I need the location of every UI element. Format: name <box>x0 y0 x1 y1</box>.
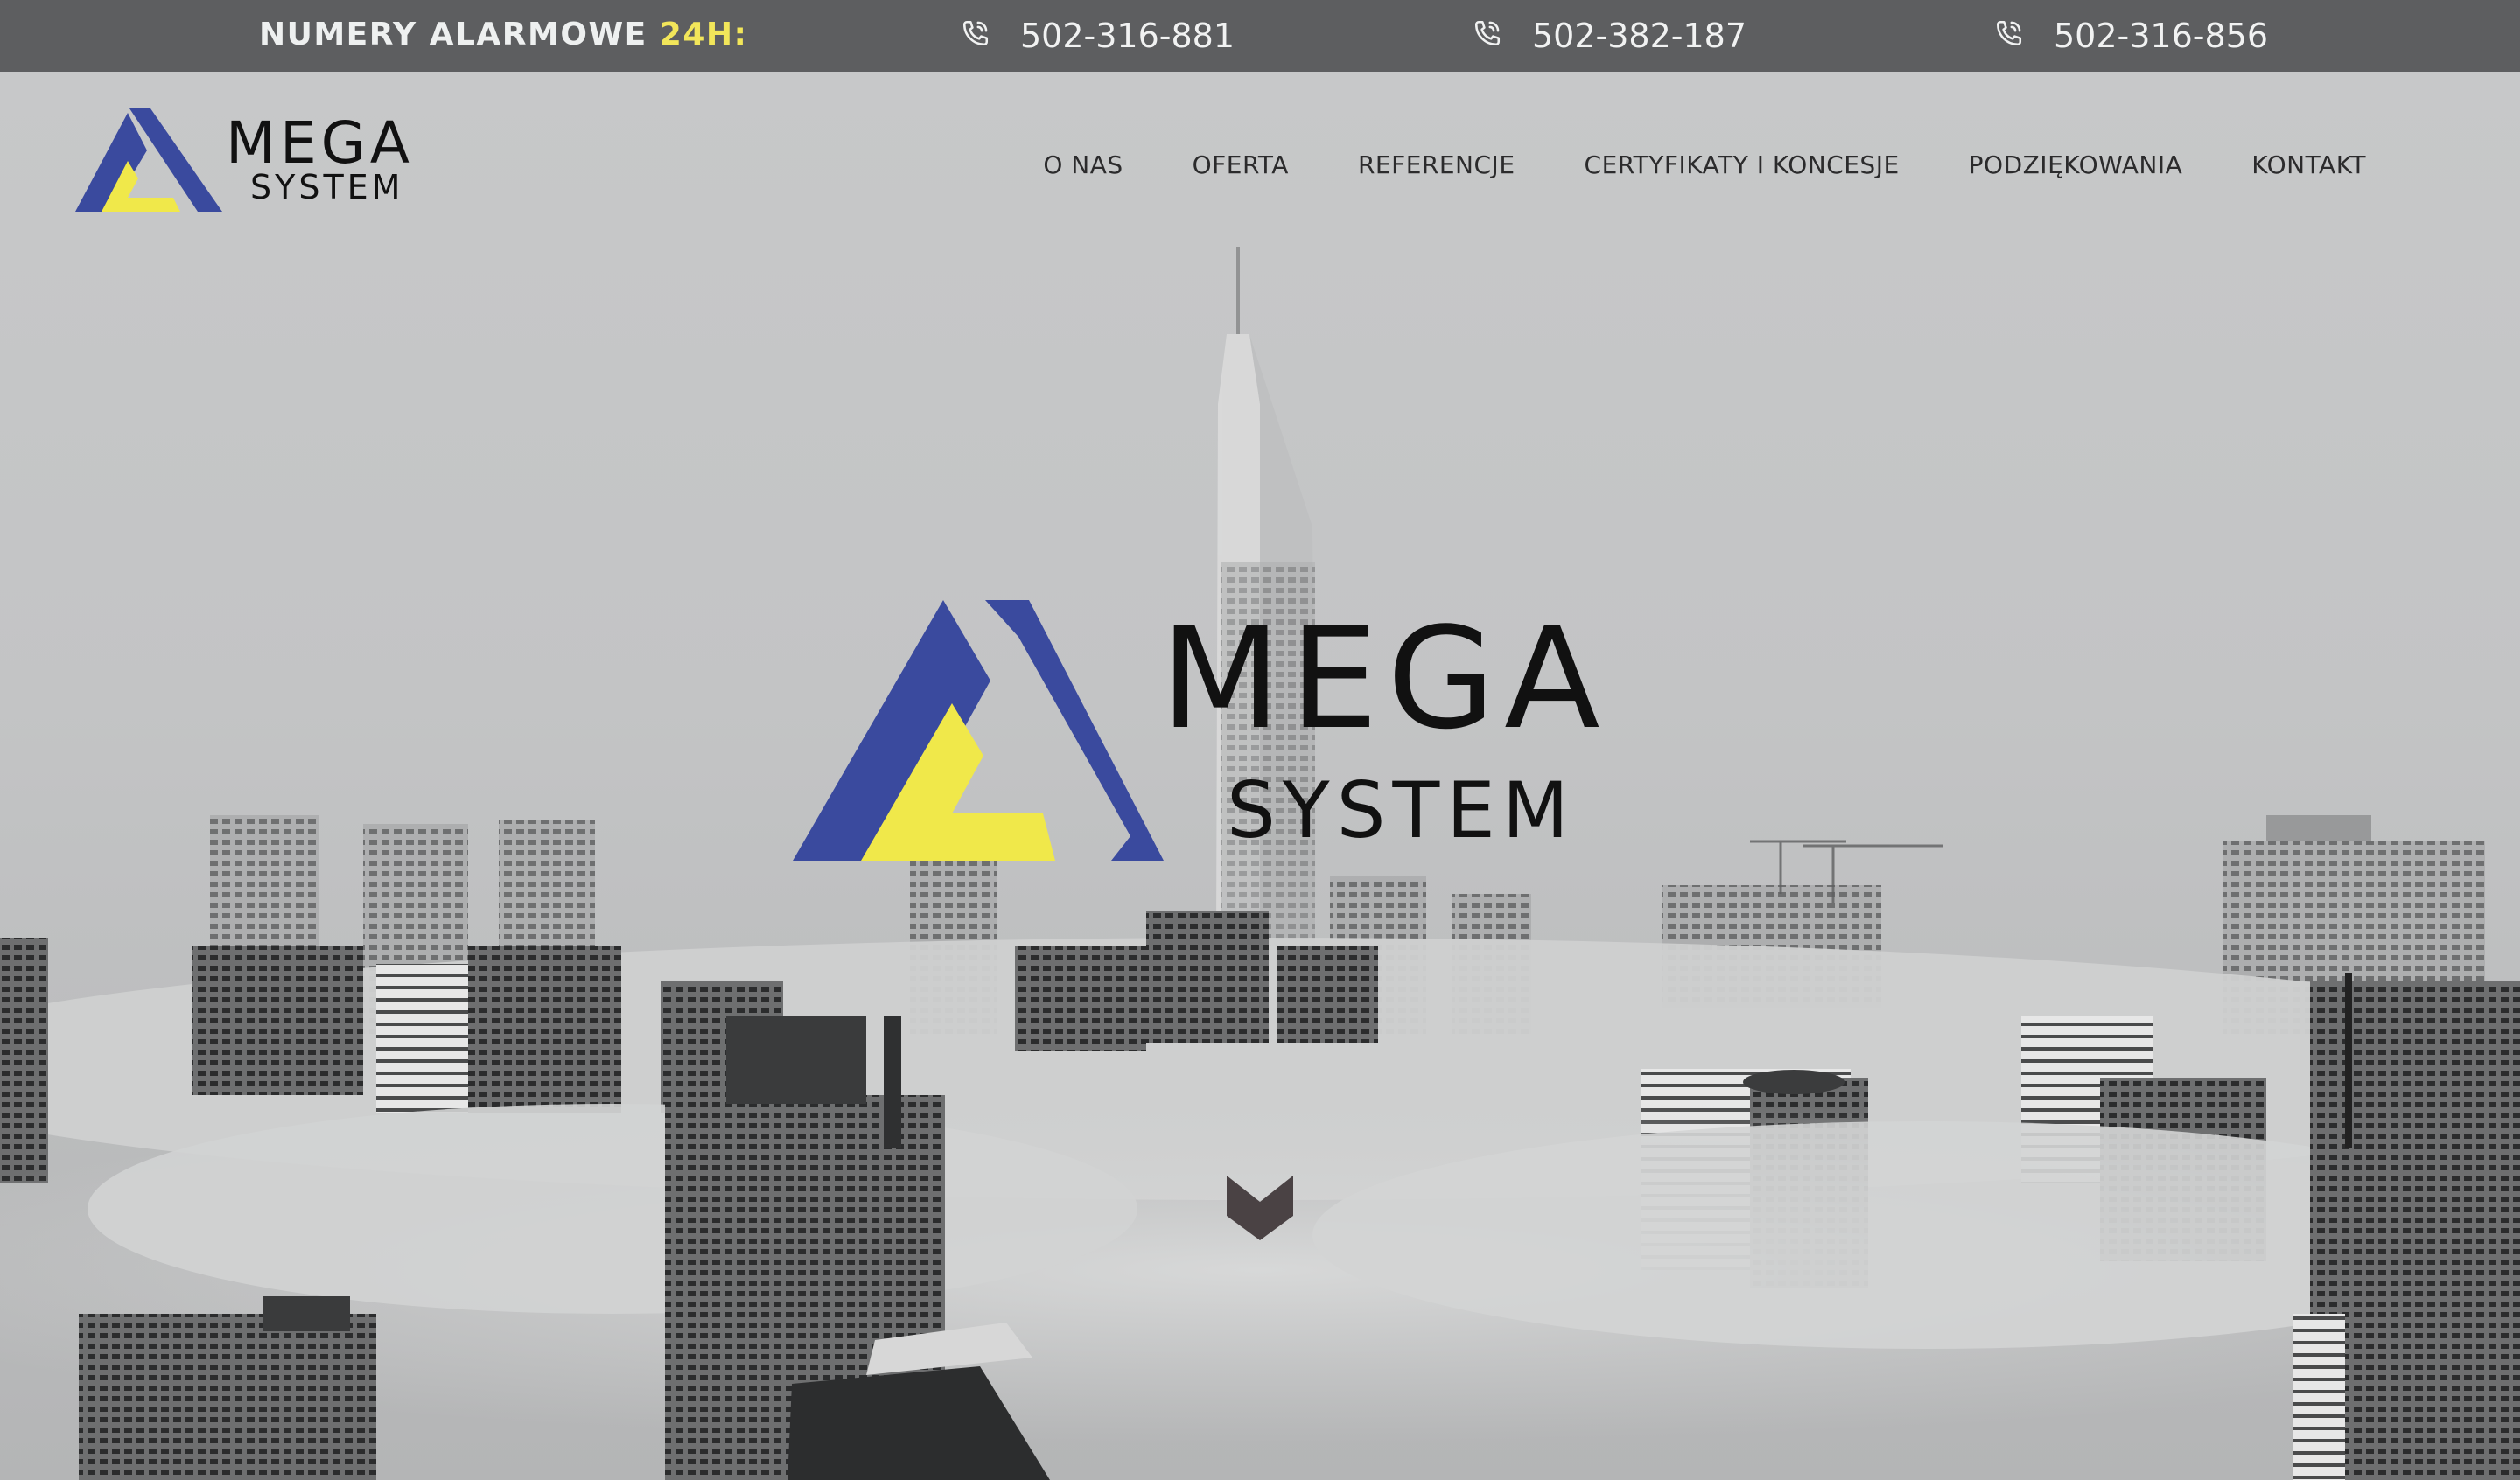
phone-number: 502-316-881 <box>1020 17 1236 55</box>
chevron-down-icon <box>1227 1176 1293 1240</box>
phone-link-3[interactable]: 502-316-856 <box>1994 0 2268 72</box>
nav-item-oferta[interactable]: OFERTA <box>1193 150 1289 179</box>
site-logo-small[interactable]: MEGA SYSTEM <box>75 108 452 213</box>
nav-item-referencje[interactable]: REFERENCJE <box>1358 150 1516 179</box>
hero-logo-word-system: SYSTEM <box>1227 765 1576 855</box>
phone-link-2[interactable]: 502-382-187 <box>1473 0 1746 72</box>
phone-icon <box>1474 20 1501 46</box>
scroll-down-button[interactable] <box>1227 1172 1293 1242</box>
nav-item-kontakt[interactable]: KONTAKT <box>2251 150 2366 179</box>
alarm-label-highlight: 24H: <box>659 17 748 52</box>
nav-item-podziekowania[interactable]: PODZIĘKOWANIA <box>1969 150 2183 179</box>
phone-number: 502-316-856 <box>2054 17 2269 55</box>
hero-logo: MEGA SYSTEM <box>793 600 1738 880</box>
logo-word-system: SYSTEM <box>250 168 404 206</box>
phone-number: 502-382-187 <box>1532 17 1747 55</box>
nav-item-o-nas[interactable]: O NAS <box>1043 150 1123 179</box>
main-navigation: O NAS OFERTA REFERENCJE CERTYFIKATY I KO… <box>1043 150 2366 179</box>
nav-item-certyfikaty[interactable]: CERTYFIKATY I KONCESJE <box>1585 150 1900 179</box>
alarm-topbar: NUMERY ALARMOWE 24H: 502-316-881 502-382… <box>0 0 2520 72</box>
logo-triangle-icon <box>75 108 222 212</box>
logo-triangle-icon <box>793 600 1164 861</box>
phone-icon <box>1996 20 2022 46</box>
phone-icon <box>962 20 989 46</box>
alarm-label-text: NUMERY ALARMOWE <box>259 17 648 52</box>
hero-logo-word-mega: MEGA <box>1160 597 1609 760</box>
alarm-numbers-label: NUMERY ALARMOWE 24H: <box>259 0 747 72</box>
phone-link-1[interactable]: 502-316-881 <box>961 0 1235 72</box>
